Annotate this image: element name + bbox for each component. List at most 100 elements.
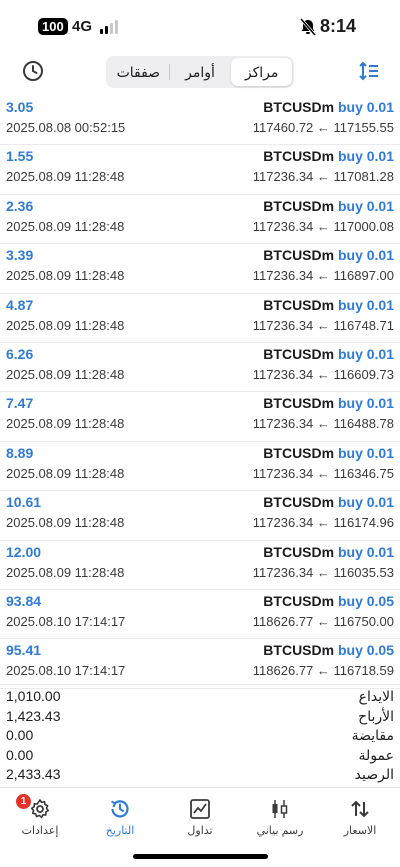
deal-profit: 3.05 [6, 99, 34, 115]
deal-profit: 3.39 [6, 247, 34, 264]
deal-symbol: BTCUSDm [263, 592, 335, 609]
deal-row[interactable]: 1.55 2025.08.09 11:28:48 BTCUSDm buy 0.0… [0, 145, 400, 195]
deal-profit: 12.00 [6, 543, 42, 560]
deal-profit: 2.36 [6, 197, 34, 214]
summary-value: 1,423.43 [6, 707, 61, 724]
home-indicator [133, 854, 268, 859]
deal-time: 2025.08.08 00:52:15 [6, 120, 126, 135]
deal-symbol-line: BTCUSDm buy 0.01 [263, 394, 394, 412]
deal-symbol: BTCUSDm [263, 296, 335, 313]
deal-symbol: BTCUSDm [263, 395, 335, 412]
deal-side: buy 0.05 [337, 592, 394, 609]
deal-side: buy 0.01 [337, 99, 394, 115]
deal-symbol-line: BTCUSDm buy 0.01 [263, 296, 394, 314]
deal-symbol: BTCUSDm [263, 494, 335, 511]
deal-row[interactable]: 10.61 2025.08.09 11:28:48 BTCUSDm buy 0.… [0, 491, 400, 541]
deal-row[interactable]: 93.84 2025.08.10 17:14:17 BTCUSDm buy 0.… [0, 590, 400, 640]
deal-side: buy 0.01 [337, 543, 394, 560]
summary-row-balance: 2,433.43 الرصيد [0, 765, 400, 785]
deal-prices: 117236.34 ← 116174.96 [252, 515, 394, 531]
summary-label: الرصيد [354, 766, 394, 783]
nav-history-label: التاريخ [105, 825, 135, 837]
history-clock-icon[interactable] [21, 59, 45, 83]
deal-row[interactable]: 2.36 2025.08.09 11:28:48 BTCUSDm buy 0.0… [0, 195, 400, 245]
nav-chart[interactable]: رسم بياني [240, 788, 320, 848]
deal-time: 2025.08.09 11:28:48 [6, 218, 125, 234]
status-bar: 100 4G 8:14 [0, 0, 400, 52]
deal-profit: 4.87 [6, 296, 34, 313]
deal-symbol-line: BTCUSDm buy 0.01 [263, 147, 394, 165]
history-icon [111, 800, 129, 818]
summary-row-deposit: 1,010.00 الايداع [0, 687, 400, 707]
deal-row[interactable]: 8.89 2025.08.09 11:28:48 BTCUSDm buy 0.0… [0, 442, 400, 492]
nav-trade-label: تداول [187, 825, 213, 837]
bottom-nav: الاسعار رسم بياني تداول التاريخ 1 إعدادا… [0, 787, 400, 847]
tab-orders[interactable]: أوامر [170, 58, 231, 86]
summary-row-profit: 1,423.43 الأرباح [0, 707, 400, 727]
deal-time: 2025.08.10 17:14:17 [6, 613, 126, 629]
deal-symbol: BTCUSDm [263, 642, 335, 659]
nav-quotes[interactable]: الاسعار [320, 788, 400, 848]
deal-symbol-line: BTCUSDm buy 0.01 [263, 197, 394, 215]
status-time: 8:14 [320, 16, 357, 36]
deal-profit: 6.26 [6, 345, 34, 362]
summary-value: 2,433.43 [6, 766, 61, 783]
deal-side: buy 0.01 [337, 345, 394, 362]
deal-profit: 95.41 [6, 642, 42, 659]
summary-row-commission: 0.00 عمولة [0, 746, 400, 766]
deal-side: buy 0.01 [337, 197, 394, 214]
deal-symbol-line: BTCUSDm buy 0.01 [263, 493, 394, 511]
deal-prices: 117236.34 ← 117081.28 [252, 169, 394, 185]
account-summary: 1,010.00 الايداع 1,423.43 الأرباح 0.00 م… [0, 684, 400, 785]
deal-row[interactable]: 3.05 2025.08.08 00:52:15 BTCUSDm buy 0.0… [0, 96, 400, 146]
nav-history[interactable]: التاريخ [80, 788, 160, 848]
nav-settings[interactable]: 1 إعدادات [0, 788, 80, 848]
tab-deals[interactable]: صفقات [108, 58, 169, 86]
deal-row[interactable]: 12.00 2025.08.09 11:28:48 BTCUSDm buy 0.… [0, 541, 400, 590]
settings-notification-badge: 1 [16, 794, 31, 809]
deal-symbol-line: BTCUSDm buy 0.05 [263, 641, 394, 659]
nav-quotes-label: الاسعار [343, 825, 377, 837]
sort-icon[interactable] [358, 60, 380, 82]
deal-side: buy 0.01 [337, 247, 394, 264]
deal-time: 2025.08.09 11:28:48 [6, 515, 125, 531]
summary-row-swap: 0.00 مقايضة [0, 726, 400, 746]
deal-row[interactable]: 4.87 2025.08.09 11:28:48 BTCUSDm buy 0.0… [0, 294, 400, 343]
deal-prices: 117236.34 ← 116609.73 [252, 366, 394, 382]
summary-label: الايداع [358, 688, 394, 704]
deal-symbol-line: BTCUSDm buy 0.01 [263, 444, 394, 462]
trade-chart-icon [190, 799, 210, 819]
deal-side: buy 0.01 [337, 395, 394, 412]
summary-label: مقايضة [351, 727, 394, 744]
deal-symbol: BTCUSDm [263, 99, 335, 115]
mute-bell-icon [299, 18, 317, 36]
deal-row[interactable]: 3.39 2025.08.09 11:28:48 BTCUSDm buy 0.0… [0, 244, 400, 294]
summary-value: 1,010.00 [6, 688, 61, 704]
deal-row[interactable]: 6.26 2025.08.09 11:28:48 BTCUSDm buy 0.0… [0, 343, 400, 393]
deal-row[interactable]: 95.41 2025.08.10 17:14:17 BTCUSDm buy 0.… [0, 639, 400, 689]
summary-label: الأرباح [358, 707, 394, 724]
nav-trade[interactable]: تداول [160, 788, 240, 848]
deal-side: buy 0.05 [337, 642, 394, 659]
deal-symbol: BTCUSDm [263, 197, 335, 214]
deal-symbol-line: BTCUSDm buy 0.01 [263, 98, 394, 116]
deal-symbol-line: BTCUSDm buy 0.01 [263, 543, 394, 561]
deal-prices: 117236.34 ← 116748.71 [252, 317, 394, 333]
deal-time: 2025.08.09 11:28:48 [6, 465, 125, 481]
deal-prices: 117236.34 ← 116897.00 [252, 268, 394, 284]
deal-row[interactable]: 7.47 2025.08.09 11:28:48 BTCUSDm buy 0.0… [0, 392, 400, 442]
gear-icon [30, 799, 50, 819]
quotes-arrows-icon [351, 800, 369, 818]
tab-positions[interactable]: مراكز [231, 58, 292, 86]
signal-icon [100, 20, 120, 34]
battery-indicator: 100 [38, 18, 68, 35]
tab-segmented-control: مراكز أوامر صفقات [106, 56, 294, 88]
deal-side: buy 0.01 [337, 148, 394, 165]
deal-time: 2025.08.09 11:28:48 [6, 416, 125, 432]
deal-symbol: BTCUSDm [263, 345, 335, 362]
network-type: 4G [72, 18, 93, 35]
deal-time: 2025.08.10 17:14:17 [6, 663, 126, 679]
deal-prices: 117460.72 ← 117155.55 [252, 120, 394, 135]
deal-symbol-line: BTCUSDm buy 0.01 [263, 246, 394, 264]
deal-profit: 1.55 [6, 148, 34, 165]
